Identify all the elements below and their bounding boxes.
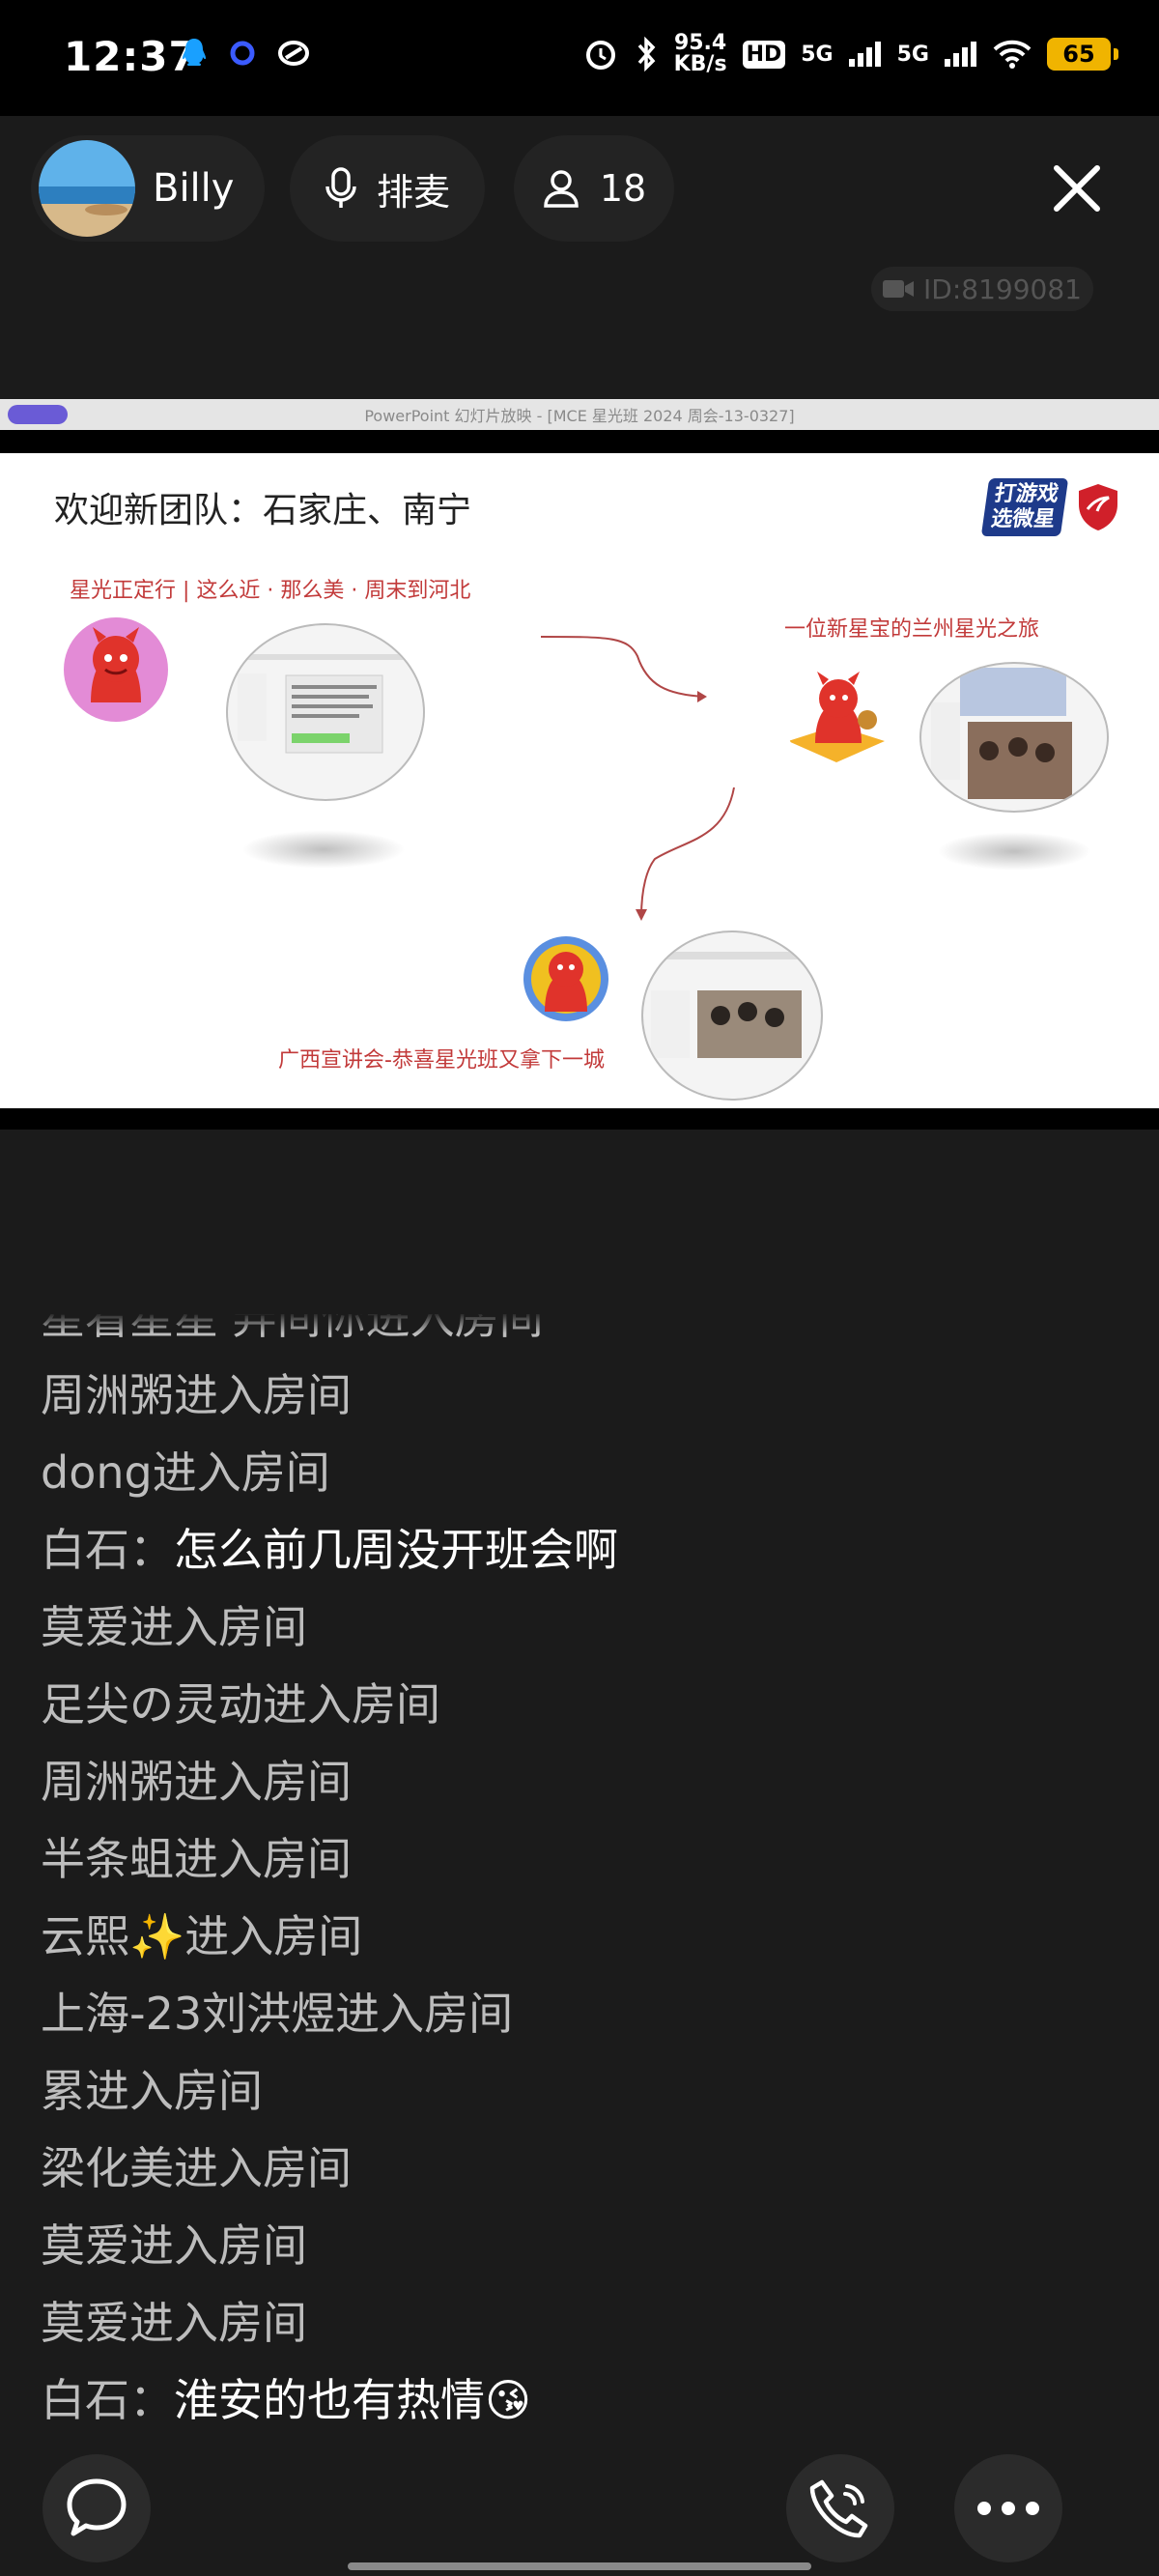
chat-speaker: 上海-23刘洪煜进入房间 <box>41 1988 514 2040</box>
chat-line: 累进入房间 <box>41 2056 263 2120</box>
chat-speaker: 半条蛆进入房间 <box>41 1833 352 1885</box>
chat-line: 莫爱进入房间 <box>41 2288 307 2352</box>
chat-speaker: 云熙✨进入房间 <box>41 1910 363 1962</box>
slide-title: 欢迎新团队：石家庄、南宁 <box>54 491 472 530</box>
speed-unit: KB/s <box>673 52 727 76</box>
chat-line: 云熙✨进入房间 <box>41 1902 362 1965</box>
mascot-dragon-2 <box>788 672 885 762</box>
screen-share-badge <box>8 405 68 424</box>
chat-line: 上海-23刘洪煜进入房间 <box>41 1979 513 2043</box>
home-indicator[interactable] <box>348 2562 811 2570</box>
shared-slide: 欢迎新团队：石家庄、南宁 打游戏 选微星 星光正定行 | 这么近 · 那么美 ·… <box>0 453 1159 1108</box>
chat-speaker: 莫爱进入房间 <box>41 2297 307 2349</box>
chat-line: 半条蛆进入房间 <box>41 1824 352 1888</box>
photo-shadow-1 <box>241 830 406 869</box>
avatar[interactable] <box>39 140 135 237</box>
system-icons: 95.4 KB/s HD 5G 5G 65 <box>583 33 1118 75</box>
phone-icon <box>809 2479 868 2538</box>
signal-5g-2: 5G <box>896 42 929 67</box>
ppt-window-titlebar: PowerPoint 幻灯片放映 - [MCE 星光班 2024 周会-13-0… <box>0 399 1159 430</box>
more-options-button[interactable] <box>954 2454 1062 2562</box>
notification-icons <box>180 37 311 70</box>
caption-hebei: 星光正定行 | 这么近 · 那么美 · 周末到河北 <box>70 579 471 603</box>
chat-message: 淮安的也有热情😘 <box>174 2374 531 2426</box>
chat-speaker: 累进入房间 <box>41 2065 263 2117</box>
ppt-window-title: PowerPoint 幻灯片放映 - [MCE 星光班 2024 周会-13-0… <box>364 407 795 425</box>
chat-bubble-icon <box>67 2478 127 2536</box>
wifi-icon <box>993 40 1032 69</box>
caption-guangxi: 广西宣讲会-恭喜星光班又拿下一城 <box>278 1048 605 1073</box>
chat-speaker: 莫爱进入房间 <box>41 2219 307 2272</box>
mic-queue-label: 排麦 <box>376 170 450 214</box>
close-icon[interactable] <box>1043 155 1111 222</box>
logo-slogan: 打游戏 选微星 <box>980 478 1069 536</box>
chat-speaker: 白石： <box>41 2374 174 2426</box>
person-icon <box>544 170 579 208</box>
arrow-path-2 <box>636 787 735 921</box>
chat-line: 白石：怎么前几周没开班会啊 <box>41 1515 618 1579</box>
mascot-dragon-3 <box>523 936 608 1021</box>
status-time: 12:37 <box>64 33 198 80</box>
bluetooth-icon <box>637 36 656 72</box>
slide-bottom-border <box>0 1108 1159 1130</box>
chat-message: 怎么前几周没开班会啊 <box>174 1524 618 1576</box>
chat-speaker: 梁化美进入房间 <box>41 2142 352 2194</box>
signal-5g-1: 5G <box>801 42 834 67</box>
room-id-text: ID:8199081 <box>923 272 1082 305</box>
ring-icon <box>230 41 255 66</box>
screenshot-collage-1 <box>226 623 425 801</box>
audience-count: 18 <box>599 167 647 210</box>
caption-lanzhou: 一位新星宝的兰州星光之旅 <box>784 617 1040 642</box>
more-dots-icon <box>977 2502 1039 2515</box>
arrow-path-1 <box>540 636 707 702</box>
brand-logo: 打游戏 选微星 <box>980 478 1120 536</box>
chat-line: 足尖の灵动进入房间 <box>41 1670 440 1733</box>
chat-line: 周洲粥进入房间 <box>41 1360 352 1424</box>
chat-line: 周洲粥进入房间 <box>41 1747 352 1811</box>
slide-top-border <box>0 430 1159 453</box>
room-id-badge: ID:8199081 <box>871 267 1093 311</box>
chat-line: 莫爱进入房间 <box>41 1592 307 1656</box>
chat-feed[interactable]: 星看星星 弄间你进入房间 周洲粥进入房间dong进入房间白石：怎么前几周没开班会… <box>0 1314 1159 2435</box>
alarm-icon <box>585 41 615 70</box>
logo-line-2: 选微星 <box>989 507 1057 531</box>
photo-collage-3 <box>641 930 823 1101</box>
msi-shield-icon <box>1079 484 1117 530</box>
host-name: Billy <box>153 166 235 211</box>
chat-speaker: 周洲粥进入房间 <box>41 1369 352 1421</box>
chat-line: 梁化美进入房间 <box>41 2133 352 2197</box>
logo-line-1: 打游戏 <box>993 482 1060 506</box>
status-bar: 12:37 95.4 KB/s HD 5G 5G 65 <box>0 0 1159 116</box>
signal-bars-icon-2 <box>945 42 976 67</box>
host-profile-pill[interactable]: Billy <box>31 135 265 242</box>
chat-line: dong进入房间 <box>41 1438 330 1502</box>
chat-line: 莫爱进入房间 <box>41 2211 307 2275</box>
link-icon <box>278 41 309 66</box>
chat-speaker: 足尖の灵动进入房间 <box>41 1678 440 1731</box>
battery-indicator: 65 <box>1047 38 1118 71</box>
chat-speaker: dong进入房间 <box>41 1446 330 1499</box>
voice-call-button[interactable] <box>786 2454 894 2562</box>
network-speed: 95.4 KB/s <box>674 33 727 75</box>
mascot-dragon-1 <box>64 617 168 722</box>
audience-count-button[interactable]: 18 <box>514 135 674 242</box>
hd-badge: HD <box>742 40 786 69</box>
chat-line: 白石：淮安的也有热情😘 <box>41 2365 531 2429</box>
chat-speaker: 莫爱进入房间 <box>41 1601 307 1653</box>
chat-top-fade <box>0 1312 1159 1333</box>
photo-collage-2 <box>919 662 1109 813</box>
signal-bars-icon <box>848 42 881 67</box>
qq-icon <box>183 39 206 66</box>
mic-icon <box>325 167 356 208</box>
comment-button[interactable] <box>42 2454 151 2562</box>
photo-shadow-2 <box>937 832 1091 871</box>
mic-queue-button[interactable]: 排麦 <box>290 135 485 242</box>
chat-speaker: 周洲粥进入房间 <box>41 1756 352 1808</box>
chat-speaker: 白石： <box>41 1524 174 1576</box>
video-camera-icon <box>883 280 915 298</box>
speed-value: 95.4 <box>673 31 727 55</box>
